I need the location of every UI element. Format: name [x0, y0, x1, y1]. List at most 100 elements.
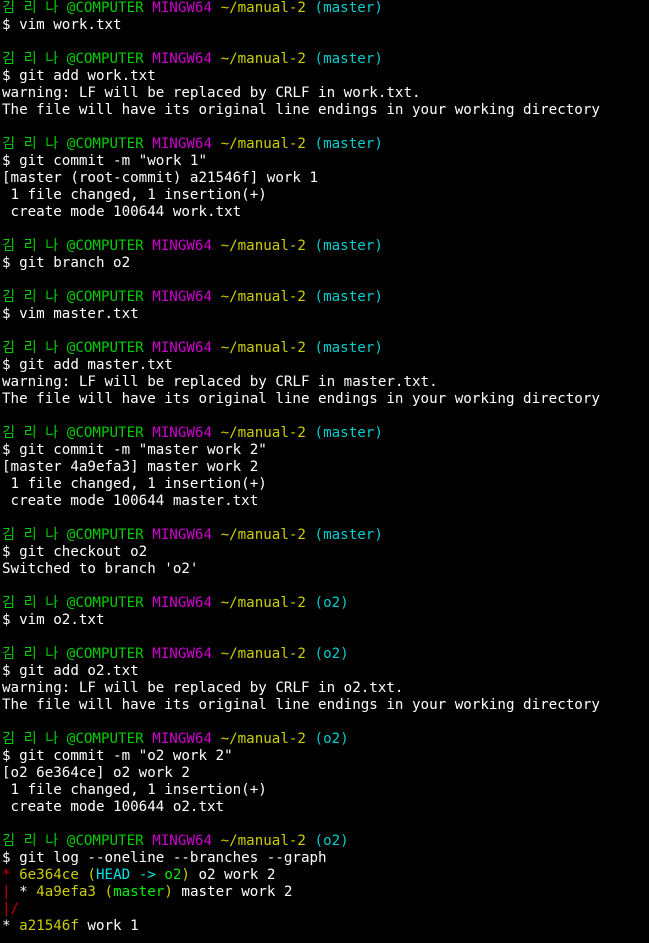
command-line: $ git branch o2	[2, 255, 649, 272]
prompt-shell: MINGW64	[152, 340, 213, 356]
output-text: 1 file changed, 1 insertion(+)	[2, 782, 267, 798]
graph-branch-line: |	[2, 884, 11, 900]
ref-paren: )	[181, 867, 190, 883]
prompt-user: 김 리 나 @COMPUTER	[2, 527, 144, 543]
prompt-shell: MINGW64	[152, 646, 213, 662]
prompt-branch: (master)	[314, 51, 383, 67]
prompt-line: 김 리 나 @COMPUTER MINGW64 ~/manual-2 (mast…	[2, 136, 649, 153]
graph-commit-marker: *	[2, 867, 20, 883]
graph-commit-marker: *	[2, 918, 20, 934]
output-text: The file will have its original line end…	[2, 102, 600, 118]
output-text: create mode 100644 master.txt	[2, 493, 259, 509]
prompt-shell: MINGW64	[152, 289, 213, 305]
prompt-path: ~/manual-2	[220, 595, 306, 611]
prompt-branch: (master)	[314, 425, 383, 441]
command-line: $ git add master.txt	[2, 357, 649, 374]
output-text: [master (root-commit) a21546f] work 1	[2, 170, 319, 186]
prompt-path: ~/manual-2	[220, 425, 306, 441]
output-line: warning: LF will be replaced by CRLF in …	[2, 85, 649, 102]
output-line: create mode 100644 o2.txt	[2, 799, 649, 816]
output-line: [o2 6e364ce] o2 work 2	[2, 765, 649, 782]
prompt-branch: (master)	[314, 527, 383, 543]
output-line: [master 4a9efa3] master work 2	[2, 459, 649, 476]
command-line: $ git add work.txt	[2, 68, 649, 85]
command-text: $ git log --oneline --branches --graph	[2, 850, 327, 866]
command-line: $ vim work.txt	[2, 17, 649, 34]
log-line: * a21546f work 1	[2, 918, 649, 935]
prompt-shell: MINGW64	[152, 731, 213, 747]
command-line: $ vim o2.txt	[2, 612, 649, 629]
output-text: create mode 100644 o2.txt	[2, 799, 225, 815]
commit-message: work 1	[78, 918, 139, 934]
command-text: $ vim master.txt	[2, 306, 139, 322]
output-line: 1 file changed, 1 insertion(+)	[2, 782, 649, 799]
output-line: The file will have its original line end…	[2, 697, 649, 714]
prompt-shell: MINGW64	[152, 527, 213, 543]
command-text: $ git commit -m "master work 2"	[2, 442, 267, 458]
prompt-line: 김 리 나 @COMPUTER MINGW64 ~/manual-2 (mast…	[2, 527, 649, 544]
output-text: The file will have its original line end…	[2, 391, 600, 407]
prompt-path: ~/manual-2	[220, 51, 306, 67]
prompt-user: 김 리 나 @COMPUTER	[2, 238, 144, 254]
commit-hash: 4a9efa3	[36, 884, 96, 900]
output-line: warning: LF will be replaced by CRLF in …	[2, 680, 649, 697]
graph-merge-line: |/	[2, 901, 20, 917]
ref-paren: (	[95, 884, 114, 900]
terminal-window[interactable]: 김 리 나 @COMPUTER MINGW64 ~/manual-2 (mast…	[0, 0, 649, 943]
prompt-shell: MINGW64	[152, 238, 213, 254]
prompt-user: 김 리 나 @COMPUTER	[2, 51, 144, 67]
command-line: $ git add o2.txt	[2, 663, 649, 680]
command-text: $ git commit -m "o2 work 2"	[2, 748, 233, 764]
output-line: 1 file changed, 1 insertion(+)	[2, 476, 649, 493]
output-line: Switched to branch 'o2'	[2, 561, 649, 578]
prompt-line: 김 리 나 @COMPUTER MINGW64 ~/manual-2 (o2)	[2, 833, 649, 850]
prompt-shell: MINGW64	[152, 136, 213, 152]
output-text: warning: LF will be replaced by CRLF in …	[2, 680, 404, 696]
ref-paren: (	[78, 867, 96, 883]
command-line: $ vim master.txt	[2, 306, 649, 323]
prompt-branch: (master)	[314, 0, 383, 16]
graph-commit-marker: *	[10, 884, 37, 900]
prompt-branch: (o2)	[314, 646, 349, 662]
output-text: [o2 6e364ce] o2 work 2	[2, 765, 190, 781]
prompt-user: 김 리 나 @COMPUTER	[2, 731, 144, 747]
command-text: $ vim work.txt	[2, 17, 122, 33]
output-line: The file will have its original line end…	[2, 391, 649, 408]
command-text: $ git add work.txt	[2, 68, 156, 84]
output-text: create mode 100644 work.txt	[2, 204, 242, 220]
prompt-path: ~/manual-2	[220, 731, 306, 747]
commit-message: master work 2	[172, 884, 293, 900]
prompt-branch: (master)	[314, 238, 383, 254]
prompt-line: 김 리 나 @COMPUTER MINGW64 ~/manual-2 (mast…	[2, 238, 649, 255]
